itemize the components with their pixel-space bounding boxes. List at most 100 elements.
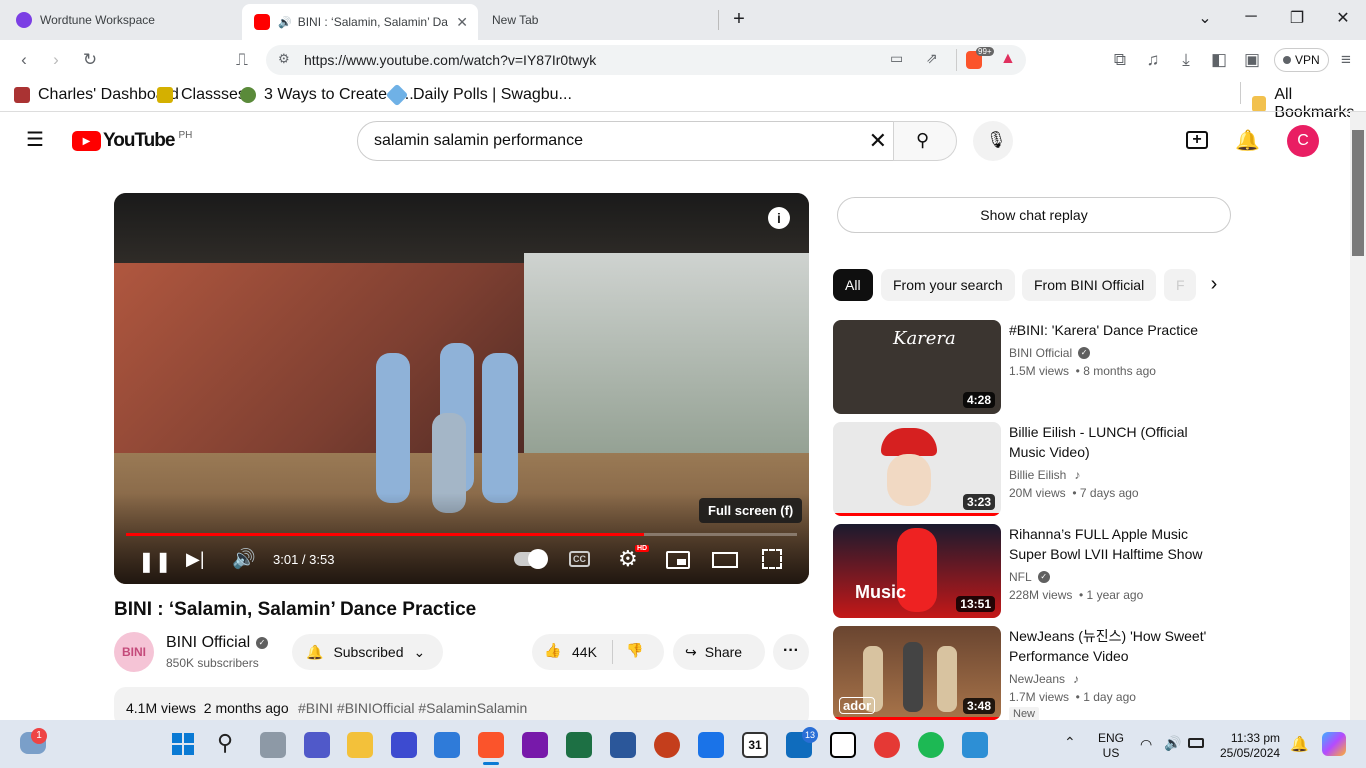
chip-partial[interactable]: F [1164, 269, 1196, 301]
youtube-logo[interactable]: ▶ YouTube PH [72, 130, 192, 152]
channel-name[interactable]: Billie Eilish [1009, 466, 1066, 484]
bookmark-item[interactable]: Classses [157, 86, 246, 104]
next-icon[interactable]: ▶| [186, 549, 205, 570]
progress-bar[interactable] [126, 533, 797, 536]
related-video[interactable]: ador 3:48 NewJeans (뉴진스) 'How Sweet' Per… [833, 626, 1233, 721]
download-icon[interactable]: ⤓ [1174, 48, 1198, 72]
close-icon[interactable]: ✕ [456, 14, 468, 31]
chevron-down-icon[interactable]: ⌄ [1182, 8, 1228, 28]
wifi-icon[interactable]: ◠ [1140, 736, 1152, 753]
chevron-up-icon[interactable]: ⌃ [1064, 734, 1076, 751]
video-title[interactable]: Billie Eilish - LUNCH (Official Music Vi… [1009, 422, 1219, 462]
vpn-button[interactable]: VPN [1274, 48, 1329, 72]
tab-new[interactable]: New Tab [480, 4, 716, 36]
fullscreen-icon[interactable] [762, 549, 782, 569]
pause-icon[interactable]: ❚❚ [138, 549, 172, 574]
task-view-icon[interactable] [260, 732, 286, 758]
video-title[interactable]: NewJeans (뉴진스) 'How Sweet' Performance V… [1009, 626, 1219, 666]
word-icon[interactable] [610, 732, 636, 758]
spotify-icon[interactable] [918, 732, 944, 758]
volume-icon[interactable]: 🔊 [232, 547, 256, 571]
forward-icon[interactable]: › [44, 48, 68, 72]
bookmark-item[interactable]: Daily Polls | Swagbu... [385, 83, 572, 107]
battery-icon[interactable] [1188, 738, 1204, 748]
new-tab-icon[interactable]: + [716, 8, 762, 31]
share-icon[interactable]: ⇗ [926, 50, 938, 67]
wallet-icon[interactable]: ▣ [1240, 48, 1264, 72]
app-icon[interactable] [962, 732, 988, 758]
excel-icon[interactable] [566, 732, 592, 758]
chip-from-channel[interactable]: From BINI Official [1022, 269, 1157, 301]
microsoft-store-icon[interactable] [434, 732, 460, 758]
volume-icon[interactable]: 🔊 [1164, 735, 1181, 752]
dislike-icon[interactable]: 👎 [626, 642, 643, 659]
like-icon[interactable]: 👍 [544, 642, 561, 659]
file-explorer-icon[interactable] [347, 732, 373, 758]
channel-name[interactable]: BINI Official [166, 634, 250, 652]
channel-name[interactable]: NewJeans [1009, 670, 1065, 688]
music-icon[interactable]: ♫ [1141, 48, 1165, 72]
app-icon[interactable] [698, 732, 724, 758]
more-actions-icon[interactable]: ··· [773, 634, 809, 670]
back-icon[interactable]: ‹ [12, 48, 36, 72]
extensions-icon[interactable]: ⧉ [1108, 48, 1132, 72]
close-window-icon[interactable]: ✕ [1320, 8, 1366, 28]
channel-avatar[interactable]: BINI [114, 632, 154, 672]
chip-from-search[interactable]: From your search [881, 269, 1015, 301]
scrollbar[interactable] [1350, 112, 1366, 720]
video-title[interactable]: #BINI: 'Karera' Dance Practice [1009, 320, 1219, 340]
hamburger-menu-icon[interactable]: ☰ [26, 130, 46, 150]
minimize-icon[interactable]: ─ [1228, 8, 1274, 26]
video-player[interactable]: i Full screen (f) ❚❚ ▶| 🔊 3:01 / 3:53 CC… [114, 193, 809, 584]
start-button-icon[interactable] [172, 733, 194, 755]
tab-youtube[interactable]: 🔊 BINI : ‘Salamin, Salamin’ Dance Practi… [242, 4, 478, 40]
info-icon[interactable]: i [768, 207, 790, 229]
related-video[interactable]: Karera 4:28 #BINI: 'Karera' Dance Practi… [833, 320, 1233, 414]
brave-icon[interactable] [478, 732, 504, 758]
video-title[interactable]: Rihanna’s FULL Apple Music Super Bowl LV… [1009, 524, 1219, 564]
notion-icon[interactable] [830, 732, 856, 758]
chevron-right-icon[interactable]: › [1196, 266, 1232, 304]
tomato-timer-icon[interactable] [874, 732, 900, 758]
subscribed-button[interactable]: 🔔 Subscribed ⌄ [292, 634, 443, 670]
search-button[interactable]: ⚲ [893, 121, 957, 161]
share-button[interactable]: ↪ Share [673, 634, 765, 670]
tab-wordtune[interactable]: Wordtune Workspace [4, 4, 240, 36]
theater-mode-icon[interactable] [712, 552, 738, 568]
video-thumbnail[interactable]: Music 13:51 [833, 524, 1001, 618]
search-icon[interactable]: ⚲ [217, 730, 233, 756]
onenote-icon[interactable] [522, 732, 548, 758]
voice-search-button[interactable]: 🎙 [973, 121, 1013, 161]
channel-name[interactable]: NFL [1009, 568, 1032, 586]
calendar-icon[interactable]: 31 [742, 732, 768, 758]
hashtags[interactable]: #BINI #BINIOfficial #SalaminSalamin [298, 700, 527, 716]
app-icon[interactable] [391, 732, 417, 758]
cast-icon[interactable]: ▭ [890, 50, 903, 67]
avatar[interactable]: C [1287, 125, 1319, 157]
menu-icon[interactable]: ≡ [1334, 48, 1358, 72]
channel-name[interactable]: BINI Official [1009, 344, 1072, 362]
clock[interactable]: 11:33 pm 25/05/2024 [1220, 731, 1280, 761]
site-settings-icon[interactable]: ⚙ [278, 51, 290, 67]
bookmark-item[interactable]: Charles' Dashboard [14, 86, 179, 104]
autoplay-toggle[interactable] [514, 549, 548, 569]
create-video-icon[interactable]: + [1186, 131, 1208, 149]
reload-icon[interactable]: ↻ [78, 48, 102, 72]
language-indicator[interactable]: ENG US [1098, 731, 1124, 761]
chip-all[interactable]: All [833, 269, 873, 301]
like-count[interactable]: 44K [572, 644, 597, 660]
powerpoint-icon[interactable] [654, 732, 680, 758]
video-thumbnail[interactable]: Karera 4:28 [833, 320, 1001, 414]
related-video[interactable]: Music 13:51 Rihanna’s FULL Apple Music S… [833, 524, 1233, 618]
maximize-icon[interactable]: ❐ [1274, 8, 1320, 28]
video-thumbnail[interactable]: 3:23 [833, 422, 1001, 516]
copilot-icon[interactable] [1322, 732, 1346, 756]
teams-icon[interactable] [304, 732, 330, 758]
miniplayer-icon[interactable] [666, 551, 690, 569]
notifications-bell-icon[interactable]: 🔔 [1235, 128, 1260, 153]
video-thumbnail[interactable]: ador 3:48 [833, 626, 1001, 720]
search-input[interactable]: salamin salamin performance ✕ [357, 121, 894, 161]
clear-search-icon[interactable]: ✕ [869, 128, 887, 154]
bookmark-icon[interactable]: ⎍ [230, 48, 254, 72]
scrollbar-thumb[interactable] [1352, 130, 1364, 256]
